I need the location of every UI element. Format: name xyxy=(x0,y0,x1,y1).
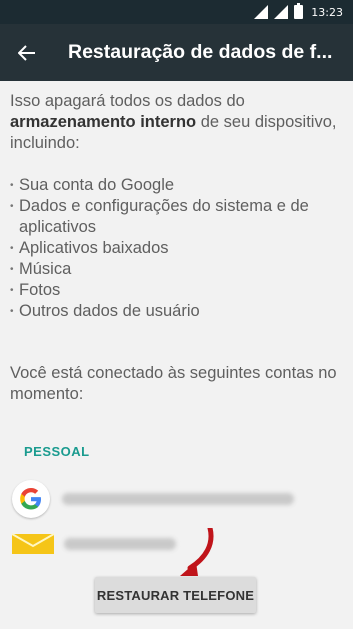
restore-phone-button[interactable]: RESTAURAR TELEFONE xyxy=(95,577,256,613)
wifi-signal-icon xyxy=(254,5,269,19)
list-item: Música xyxy=(10,259,346,280)
status-bar: 13:23 xyxy=(0,0,353,24)
google-icon xyxy=(12,480,50,518)
back-arrow-icon xyxy=(18,44,35,61)
google-account-email-blurred xyxy=(62,493,294,505)
section-label-personal: PESSOAL xyxy=(24,444,90,459)
intro-paragraph: Isso apagará todos os dados do armazenam… xyxy=(10,91,346,154)
list-item: Aplicativos baixados xyxy=(10,238,346,259)
battery-icon xyxy=(294,3,304,19)
google-account-row xyxy=(12,480,294,518)
back-button[interactable] xyxy=(0,24,54,81)
mail-icon xyxy=(12,533,54,554)
app-bar: Restauração de dados de f... xyxy=(0,24,353,81)
list-item: Dados e configurações do sistema e de ap… xyxy=(10,196,346,238)
page-title: Restauração de dados de f... xyxy=(68,41,333,63)
email-account-row xyxy=(12,532,176,556)
intro-text-start: Isso apagará todos os dados do xyxy=(10,92,245,110)
intro-bold-text: armazenamento interno xyxy=(10,113,197,131)
accounts-intro: Você está conectado às seguintes contas … xyxy=(10,364,337,403)
list-item: Fotos xyxy=(10,280,346,301)
data-items-list: Sua conta do Google Dados e configuraçõe… xyxy=(10,175,346,322)
list-item: Outros dados de usuário xyxy=(10,301,346,322)
email-account-blurred xyxy=(64,538,176,550)
warning-text: Isso apagará todos os dados do armazenam… xyxy=(10,91,346,322)
cell-signal-icon xyxy=(274,5,289,19)
status-time: 13:23 xyxy=(311,5,343,19)
list-item: Sua conta do Google xyxy=(10,175,346,196)
annotation-arrow-icon xyxy=(180,528,214,576)
